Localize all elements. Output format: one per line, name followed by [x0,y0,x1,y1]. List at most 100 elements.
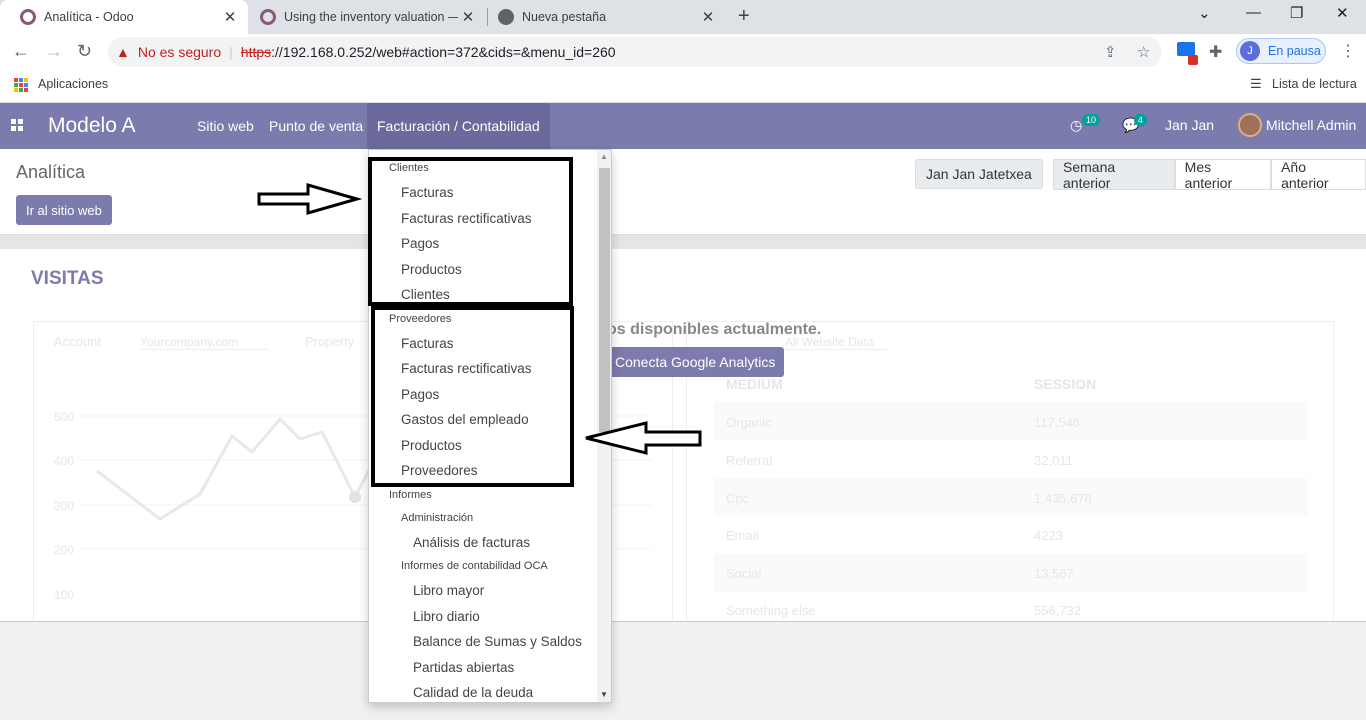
ghost-label: Account [54,334,101,349]
period-selector: Semana anterior Mes anterior Año anterio… [1053,159,1366,191]
bookmarks-bar: Aplicaciones ☰ Lista de lectura [0,70,1366,103]
ghost-cell: 4223 [1034,528,1063,543]
period-week-button[interactable]: Semana anterior [1053,159,1175,191]
extension-icon[interactable] [1177,42,1195,56]
new-tab-button[interactable]: + [738,5,750,28]
bookmark-apps[interactable]: Aplicaciones [38,77,108,91]
back-icon[interactable]: ← [12,41,30,62]
close-tab-icon[interactable]: ✕ [698,8,718,26]
ghost-cell: 13,567 [1034,566,1074,581]
avatar: J [1240,41,1260,61]
dropdown-subheader-administracion: Administración [401,512,474,524]
dropdown-item-balance[interactable]: Balance de Sumas y Saldos [413,634,582,649]
close-tab-icon[interactable]: ✕ [458,8,478,26]
close-window-icon[interactable]: ✕ [1336,4,1349,22]
ghost-cell: 32,011 [1034,453,1073,468]
company-switcher[interactable]: Jan Jan [1165,117,1214,133]
dropdown-item-libro-diario[interactable]: Libro diario [413,609,480,624]
reading-list[interactable]: Lista de lectura [1272,77,1357,91]
apps-icon[interactable] [14,78,28,92]
dropdown-subheader-oca: Informes de contabilidad OCA [401,560,548,572]
highlight-box-proveedores [371,306,574,487]
browser-toolbar: ← → ↻ ▲ No es seguro | https://192.168.0… [0,34,1366,70]
browser-tab-strip: Analítica - Odoo ✕ Using the inventory v… [0,0,1366,34]
menu-punto-de-venta[interactable]: Punto de venta [269,118,363,134]
ghost-header: SESSION [1034,376,1097,392]
ghost-cell: 1,435,678 [1034,491,1092,506]
browser-tab-new[interactable]: Nueva pestaña ✕ [478,0,726,34]
address-bar[interactable]: ▲ No es seguro | https://192.168.0.252/w… [108,37,1162,67]
app-menu-icon[interactable] [11,119,23,131]
forward-icon[interactable]: → [45,41,63,62]
user-filter-button[interactable]: Jan Jan Jatetxea [915,159,1043,189]
profile-button[interactable]: J En pausa [1236,38,1326,64]
connect-google-analytics-button[interactable]: Conecta Google Analytics [606,347,785,377]
restore-icon[interactable]: ❐ [1290,4,1303,22]
ghost-label: Property [305,334,355,349]
control-panel: Analítica Ir al sitio web Jan Jan Jatetx… [0,149,1366,235]
dropdown-item-analisis-facturas[interactable]: Análisis de facturas [413,535,530,550]
ghost-cell: 556,732 [1034,603,1081,618]
ghost-cell: 117,546 [1034,415,1081,430]
ghost-select: Yourcompany.com [140,335,268,350]
ghost-cell: Email [726,528,759,543]
reading-list-icon[interactable]: ☰ [1250,76,1262,92]
ghost-tick: 400 [54,454,75,468]
brand[interactable]: Modelo A [48,114,136,138]
odoo-icon [260,9,276,25]
ghost-tick: 500 [54,410,75,424]
messages-icon[interactable]: 💬 4 [1122,114,1148,134]
breadcrumb: Analítica [16,162,86,182]
highlight-box-clientes [368,157,573,306]
odoo-navbar: Modelo A Sitio web Punto de venta Factur… [0,103,1366,149]
url-text[interactable]: https://192.168.0.252/web#action=372&cid… [241,44,616,60]
divider [0,235,1366,249]
star-icon[interactable]: ☆ [1137,43,1150,61]
scrollbar-thumb[interactable] [599,168,610,432]
ghost-header: MEDIUM [726,376,783,392]
user-menu[interactable]: Mitchell Admin [1266,117,1356,133]
avatar[interactable] [1238,113,1262,137]
message-count: 4 [1134,114,1148,126]
dropdown-item-partidas-abiertas[interactable]: Partidas abiertas [413,660,514,675]
ghost-row [714,402,1308,440]
ghost-cell: Social [726,566,762,581]
minimize-icon[interactable]: — [1246,4,1261,21]
ghost-tick: 100 [54,588,75,602]
period-month-button[interactable]: Mes anterior [1174,159,1272,191]
activity-count: 10 [1082,114,1101,126]
page-footer-area [0,621,1366,720]
menu-facturacion[interactable]: Facturación / Contabilidad [367,103,550,149]
browser-tab-analitica[interactable]: Analítica - Odoo ✕ [0,0,248,34]
dropdown-item-libro-mayor[interactable]: Libro mayor [413,583,484,598]
close-tab-icon[interactable]: ✕ [220,8,240,26]
ghost-tick: 300 [54,499,75,513]
puzzle-icon[interactable]: ✚ [1209,42,1222,62]
scroll-up-icon[interactable]: ▲ [600,152,608,161]
scroll-down-icon[interactable]: ▼ [600,690,608,699]
ghost-row [714,554,1308,592]
period-year-button[interactable]: Año anterior [1271,159,1366,191]
extension-badge-icon [1188,55,1198,65]
arrow-right-icon [257,183,362,215]
more-icon[interactable]: ⋮ [1340,41,1356,61]
go-site-button[interactable]: Ir al sitio web [16,195,112,225]
menu-sitio-web[interactable]: Sitio web [197,118,254,134]
warning-icon: ▲ [116,44,130,60]
ghost-cell: Referral [726,453,773,468]
ghost-row [714,478,1308,516]
ghost-cell: Something else [726,603,816,618]
activity-icon[interactable]: ◷ 10 [1070,114,1101,134]
browser-tab-inventory[interactable]: Using the inventory valuation — ✕ [240,0,486,34]
arrow-left-icon [585,421,702,455]
no-data-message: os disponibles actualmente. [607,321,822,338]
security-label[interactable]: No es seguro [138,44,221,60]
globe-icon [498,9,514,25]
ghost-cell: Cpc [726,491,750,506]
section-title: VISITAS [31,268,104,289]
dropdown-item-calidad-deuda[interactable]: Calidad de la deuda [413,685,533,700]
tab-search-icon[interactable]: ⌄ [1198,4,1211,22]
share-icon[interactable]: ⇪ [1104,43,1117,61]
dropdown-header-informes: Informes [389,489,432,501]
reload-icon[interactable]: ↻ [77,41,92,62]
